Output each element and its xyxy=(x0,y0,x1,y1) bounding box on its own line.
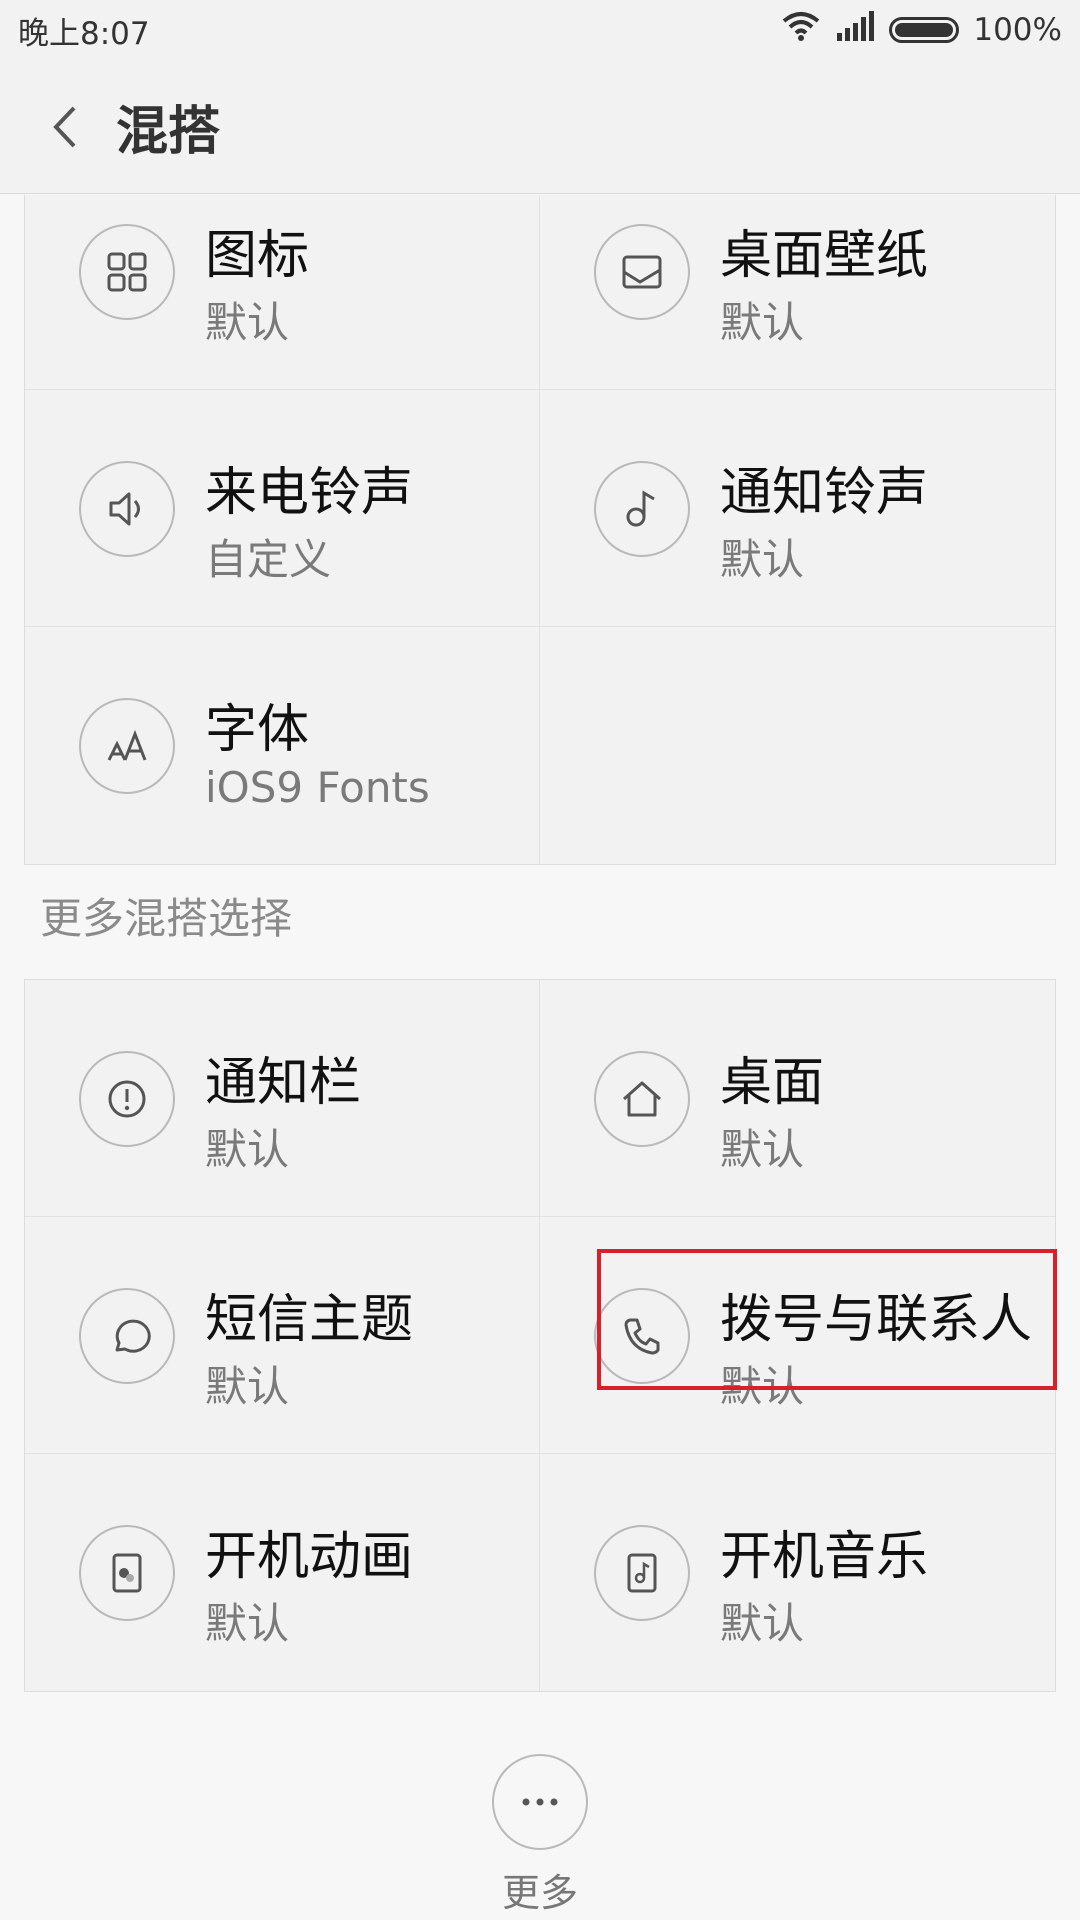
item-value: 默认 xyxy=(720,1599,805,1648)
signal-icon xyxy=(835,11,875,49)
item-title: 开机动画 xyxy=(205,1527,414,1587)
item-title: 图标 xyxy=(205,226,310,286)
item-value: 默认 xyxy=(205,298,290,347)
home-icon xyxy=(594,1051,690,1147)
status-time: 晚上8:07 xyxy=(18,15,150,52)
phone-icon xyxy=(594,1288,690,1384)
theme-grid: 图标 默认 桌面壁纸 默认 来电铃声 自定义 通知铃声 默认 字体 iOS9 F… xyxy=(24,195,1056,865)
item-value: 自定义 xyxy=(205,535,332,584)
boot-animation-icon xyxy=(79,1525,175,1621)
more-button[interactable] xyxy=(492,1754,588,1850)
item-value: 默认 xyxy=(720,535,805,584)
item-title: 桌面壁纸 xyxy=(720,226,929,286)
grid-item-icons[interactable]: 图标 默认 xyxy=(25,195,540,390)
grid-item-wallpaper[interactable]: 桌面壁纸 默认 xyxy=(540,195,1055,390)
grid-item-messages-theme[interactable]: 短信主题 默认 xyxy=(25,1217,540,1454)
item-title: 开机音乐 xyxy=(720,1527,929,1587)
item-title: 通知栏 xyxy=(205,1053,362,1113)
item-value: iOS9 Fonts xyxy=(205,763,430,812)
font-icon xyxy=(79,698,175,794)
back-button[interactable] xyxy=(30,92,100,162)
chevron-left-icon xyxy=(53,106,76,147)
wifi-icon xyxy=(781,11,821,49)
grid-icon xyxy=(79,224,175,320)
section-header: 更多混搭选择 xyxy=(40,894,293,943)
grid-item-boot-music[interactable]: 开机音乐 默认 xyxy=(540,1454,1055,1691)
grid-item-notification-sound[interactable]: 通知铃声 默认 xyxy=(540,390,1055,627)
grid-empty-cell xyxy=(540,627,1055,864)
item-title: 短信主题 xyxy=(205,1290,414,1350)
item-value: 默认 xyxy=(720,1362,805,1411)
speaker-icon xyxy=(79,461,175,557)
chat-bubble-icon xyxy=(79,1288,175,1384)
battery-percent: 100% xyxy=(973,12,1062,48)
music-note-icon xyxy=(594,461,690,557)
app-bar: 混搭 xyxy=(0,60,1080,194)
more-label: 更多 xyxy=(501,1871,578,1915)
status-bar: 晚上8:07 100% xyxy=(0,0,1080,60)
item-title: 来电铃声 xyxy=(205,463,414,523)
grid-item-ringtone[interactable]: 来电铃声 自定义 xyxy=(25,390,540,627)
grid-item-dialer-contacts[interactable]: 拨号与联系人 默认 xyxy=(540,1217,1055,1454)
item-title: 桌面 xyxy=(720,1053,825,1113)
item-value: 默认 xyxy=(205,1362,290,1411)
more-dots-icon xyxy=(522,1798,558,1806)
item-value: 默认 xyxy=(205,1599,290,1648)
item-value: 默认 xyxy=(720,1125,805,1174)
item-value: 默认 xyxy=(205,1125,290,1174)
more-theme-grid: 通知栏 默认 桌面 默认 短信主题 默认 拨号与联系人 默认 开机动画 默认 开… xyxy=(24,979,1056,1692)
item-title: 字体 xyxy=(205,700,310,760)
music-file-icon xyxy=(594,1525,690,1621)
alert-icon xyxy=(79,1051,175,1147)
item-title: 通知铃声 xyxy=(720,463,929,523)
grid-item-boot-animation[interactable]: 开机动画 默认 xyxy=(25,1454,540,1691)
item-title: 拨号与联系人 xyxy=(720,1290,1033,1350)
grid-item-notification-bar[interactable]: 通知栏 默认 xyxy=(25,980,540,1217)
content-area[interactable]: 图标 默认 桌面壁纸 默认 来电铃声 自定义 通知铃声 默认 字体 iOS9 F… xyxy=(0,195,1080,1920)
grid-item-desktop[interactable]: 桌面 默认 xyxy=(540,980,1055,1217)
battery-icon xyxy=(889,17,960,43)
grid-item-font[interactable]: 字体 iOS9 Fonts xyxy=(25,627,540,864)
item-value: 默认 xyxy=(720,298,805,347)
page-title: 混搭 xyxy=(116,102,221,162)
wallpaper-icon xyxy=(594,224,690,320)
